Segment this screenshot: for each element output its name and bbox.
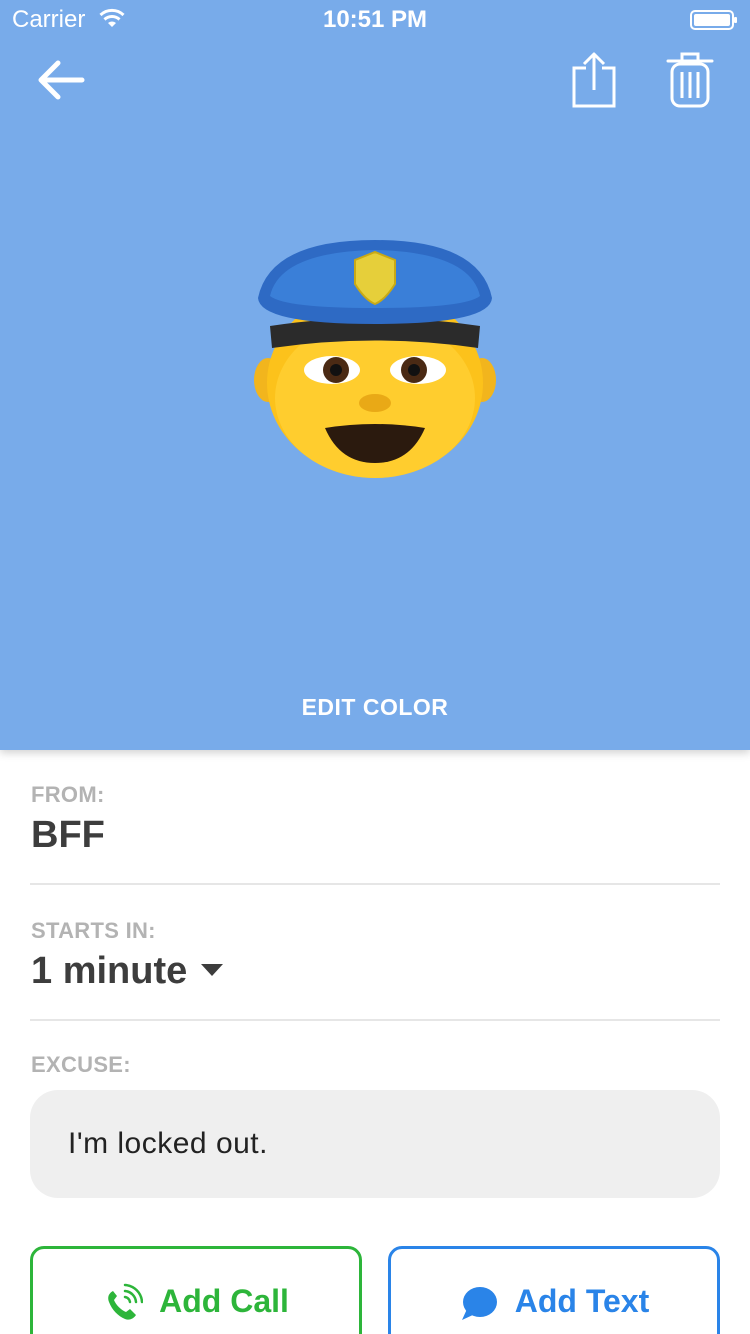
share-icon: [572, 52, 616, 108]
add-text-label: Add Text: [514, 1283, 650, 1319]
from-value[interactable]: BFF: [31, 814, 105, 857]
add-text-button[interactable]: Add Text: [388, 1246, 720, 1334]
from-label: FROM:: [31, 782, 105, 807]
status-bar: Carrier 10:51 PM: [0, 0, 750, 40]
edit-color-button[interactable]: EDIT COLOR: [0, 694, 750, 721]
divider: [30, 1019, 720, 1021]
caret-down-icon: [201, 963, 224, 976]
battery-icon: [690, 10, 737, 30]
trash-icon: [666, 52, 714, 108]
back-button[interactable]: [30, 52, 90, 108]
header-panel: Carrier 10:51 PM EDIT COLOR: [0, 0, 750, 750]
starts-in-value: 1 minute: [31, 950, 188, 992]
chat-bubble-icon: [461, 1287, 497, 1320]
add-call-label: Add Call: [159, 1283, 289, 1319]
excuse-text: I'm locked out.: [68, 1127, 268, 1160]
divider: [30, 883, 720, 885]
phone-ringing-icon: [108, 1283, 144, 1320]
back-arrow-icon: [38, 60, 85, 100]
clock: 10:51 PM: [322, 6, 428, 33]
starts-in-dropdown[interactable]: 1 minute: [31, 950, 224, 993]
excuse-label: EXCUSE:: [31, 1052, 131, 1077]
starts-in-label: STARTS IN:: [31, 918, 156, 943]
police-officer-emoji-icon[interactable]: [250, 238, 500, 488]
delete-button[interactable]: [660, 50, 720, 112]
add-call-button[interactable]: Add Call: [30, 1246, 362, 1334]
share-button[interactable]: [564, 50, 624, 112]
excuse-input[interactable]: I'm locked out.: [30, 1090, 720, 1198]
